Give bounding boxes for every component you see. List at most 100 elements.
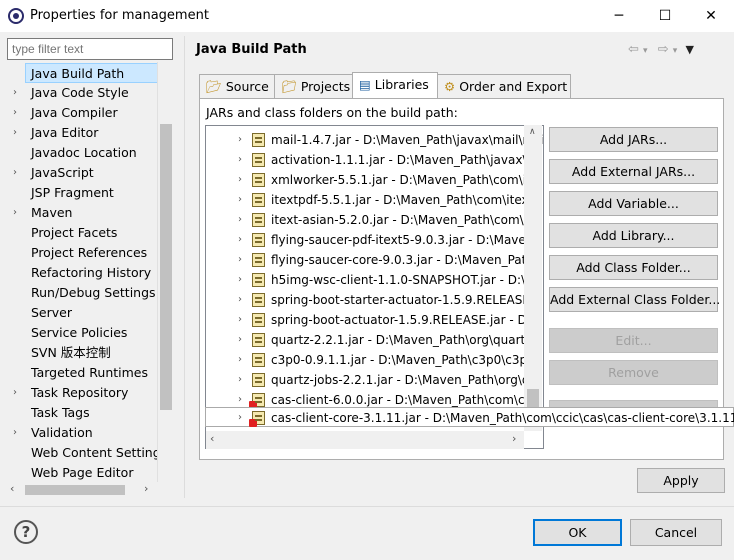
list-item-overflow[interactable]: › cas-client-core-3.1.11.jar - D:\Maven_…: [205, 407, 734, 427]
scrollbar-thumb[interactable]: [527, 389, 539, 409]
chevron-right-icon[interactable]: ›: [238, 330, 242, 350]
scrollbar-thumb[interactable]: [25, 485, 125, 495]
list-item[interactable]: › itextpdf-5.5.1.jar - D:\Maven_Path\com\…: [206, 190, 541, 210]
jar-icon: [252, 333, 265, 347]
chevron-right-icon[interactable]: ›: [13, 123, 23, 143]
tree-item-java-build-path[interactable]: Java Build Path: [25, 63, 165, 83]
apply-button[interactable]: Apply: [637, 468, 725, 493]
chevron-right-icon[interactable]: ›: [13, 383, 23, 403]
libraries-list[interactable]: › mail-1.4.7.jar - D:\Maven_Path\javax\ma…: [205, 125, 544, 449]
list-item[interactable]: › h5img-wsc-client-1.1.0-SNAPSHOT.jar - D…: [206, 270, 535, 290]
dialog-button-bar: ? OK Cancel: [0, 506, 734, 560]
cancel-button[interactable]: Cancel: [630, 519, 722, 546]
list-item[interactable]: › spring-boot-starter-actuator-1.5.9.RELE…: [206, 290, 537, 310]
maximize-button[interactable]: ☐: [642, 0, 688, 32]
preferences-tree: Java Build Path › Java Code Style › Java C…: [7, 62, 173, 498]
chevron-right-icon[interactable]: ›: [238, 210, 242, 230]
eclipse-app-icon: [8, 8, 24, 24]
close-window-button[interactable]: ✕: [688, 0, 734, 32]
filter-input[interactable]: [7, 38, 173, 60]
list-horizontal-scrollbar[interactable]: ‹ ›: [206, 431, 524, 449]
jar-error-icon: [249, 411, 265, 427]
add-library-button[interactable]: Add Library...: [549, 223, 718, 248]
scroll-up-icon[interactable]: ∧: [529, 127, 536, 137]
jar-icon: [252, 213, 265, 227]
chevron-right-icon[interactable]: ›: [13, 423, 23, 443]
sash-divider[interactable]: [184, 36, 185, 498]
tab-libraries[interactable]: ▤ Libraries: [352, 72, 438, 98]
jar-icon: [252, 153, 265, 167]
jar-icon: [252, 273, 265, 287]
scroll-left-icon[interactable]: ‹: [10, 482, 14, 495]
list-item[interactable]: › activation-1.1.1.jar - D:\Maven_Path\ja…: [206, 150, 540, 170]
list-item[interactable]: › flying-saucer-pdf-itext5-9.0.3.jar - D:…: [206, 230, 539, 250]
scrollbar-thumb[interactable]: [160, 124, 172, 410]
jar-icon: [252, 353, 265, 367]
chevron-right-icon[interactable]: ›: [238, 408, 242, 428]
scroll-left-icon[interactable]: ‹: [210, 432, 214, 445]
jar-icon: [252, 233, 265, 247]
title-bar: Properties for management ─ ☐ ✕: [0, 0, 734, 32]
chevron-right-icon[interactable]: ›: [238, 370, 242, 390]
back-arrow-icon[interactable]: ⇦: [628, 42, 639, 57]
scroll-right-icon[interactable]: ›: [144, 482, 148, 495]
chevron-right-icon[interactable]: ›: [13, 203, 23, 223]
add-class-folder-button[interactable]: Add Class Folder...: [549, 255, 718, 280]
list-item[interactable]: › quartz-2.2.1.jar - D:\Maven_Path\org\qu…: [206, 330, 532, 350]
list-vertical-scrollbar[interactable]: ∧: [524, 125, 542, 431]
chevron-right-icon[interactable]: ›: [13, 163, 23, 183]
jar-icon: [252, 193, 265, 207]
chevron-right-icon[interactable]: ›: [238, 250, 242, 270]
forward-menu-chevron-icon[interactable]: ▾: [673, 46, 678, 56]
list-item[interactable]: › quartz-jobs-2.2.1.jar - D:\Maven_Path\o…: [206, 370, 530, 390]
list-item[interactable]: › flying-saucer-core-9.0.3.jar - D:\Maven…: [206, 250, 538, 270]
jar-icon: [252, 293, 265, 307]
view-menu-icon[interactable]: ▼: [685, 43, 693, 56]
window-title: Properties for management: [30, 8, 209, 23]
tab-order-and-export[interactable]: ⚙ Order and Export: [437, 74, 571, 98]
jar-error-icon: [249, 393, 265, 409]
tree-horizontal-scrollbar[interactable]: ‹ ›: [7, 482, 157, 498]
jar-icon: [252, 373, 265, 387]
libraries-label: JARs and class folders on the build path…: [206, 105, 458, 120]
add-external-class-folder-button[interactable]: Add External Class Folder...: [549, 287, 720, 312]
jar-icon: [252, 133, 265, 147]
jar-icon: [252, 173, 265, 187]
list-item[interactable]: › itext-asian-5.2.0.jar - D:\Maven_Path\c…: [206, 210, 539, 230]
chevron-right-icon[interactable]: ›: [13, 83, 23, 103]
remove-button[interactable]: Remove: [549, 360, 718, 385]
scroll-right-icon[interactable]: ›: [512, 432, 516, 445]
add-jars-button[interactable]: Add JARs...: [549, 127, 718, 152]
chevron-right-icon[interactable]: ›: [238, 350, 242, 370]
projects-folder-icon: 📁︎: [281, 79, 297, 94]
chevron-right-icon[interactable]: ›: [238, 190, 242, 210]
minimize-button[interactable]: ─: [596, 0, 642, 32]
list-item[interactable]: › mail-1.4.7.jar - D:\Maven_Path\javax\ma…: [206, 130, 543, 150]
chevron-right-icon[interactable]: ›: [13, 103, 23, 123]
ok-button[interactable]: OK: [533, 519, 622, 546]
help-icon[interactable]: ?: [14, 520, 38, 544]
chevron-right-icon[interactable]: ›: [238, 310, 242, 330]
tab-projects[interactable]: 📁︎ Projects: [274, 74, 353, 98]
list-item[interactable]: › c3p0-0.9.1.1.jar - D:\Maven_Path\c3p0\c…: [206, 350, 539, 370]
list-item[interactable]: › xmlworker-5.5.1.jar - D:\Maven_Path\com…: [206, 170, 538, 190]
add-external-jars-button[interactable]: Add External JARs...: [549, 159, 718, 184]
tab-source[interactable]: 📂︎ Source: [199, 74, 275, 98]
jar-icon: [252, 253, 265, 267]
tree-vertical-scrollbar[interactable]: [157, 62, 173, 482]
forward-arrow-icon[interactable]: ⇨: [658, 42, 669, 57]
add-variable-button[interactable]: Add Variable...: [549, 191, 718, 216]
chevron-right-icon[interactable]: ›: [238, 170, 242, 190]
chevron-right-icon[interactable]: ›: [238, 290, 242, 310]
chevron-right-icon[interactable]: ›: [238, 270, 242, 290]
chevron-right-icon[interactable]: ›: [238, 130, 242, 150]
back-menu-chevron-icon[interactable]: ▾: [643, 46, 648, 56]
chevron-right-icon[interactable]: ›: [238, 150, 242, 170]
edit-button[interactable]: Edit...: [549, 328, 718, 353]
source-folder-icon: 📂︎: [206, 79, 222, 94]
history-nav: ⇦ ▾ ⇨ ▾ ▼: [628, 42, 694, 57]
chevron-right-icon[interactable]: ›: [238, 230, 242, 250]
list-item[interactable]: › spring-boot-actuator-1.5.9.RELEASE.jar …: [206, 310, 535, 330]
libraries-icon: ▤: [359, 77, 371, 92]
jar-icon: [252, 313, 265, 327]
